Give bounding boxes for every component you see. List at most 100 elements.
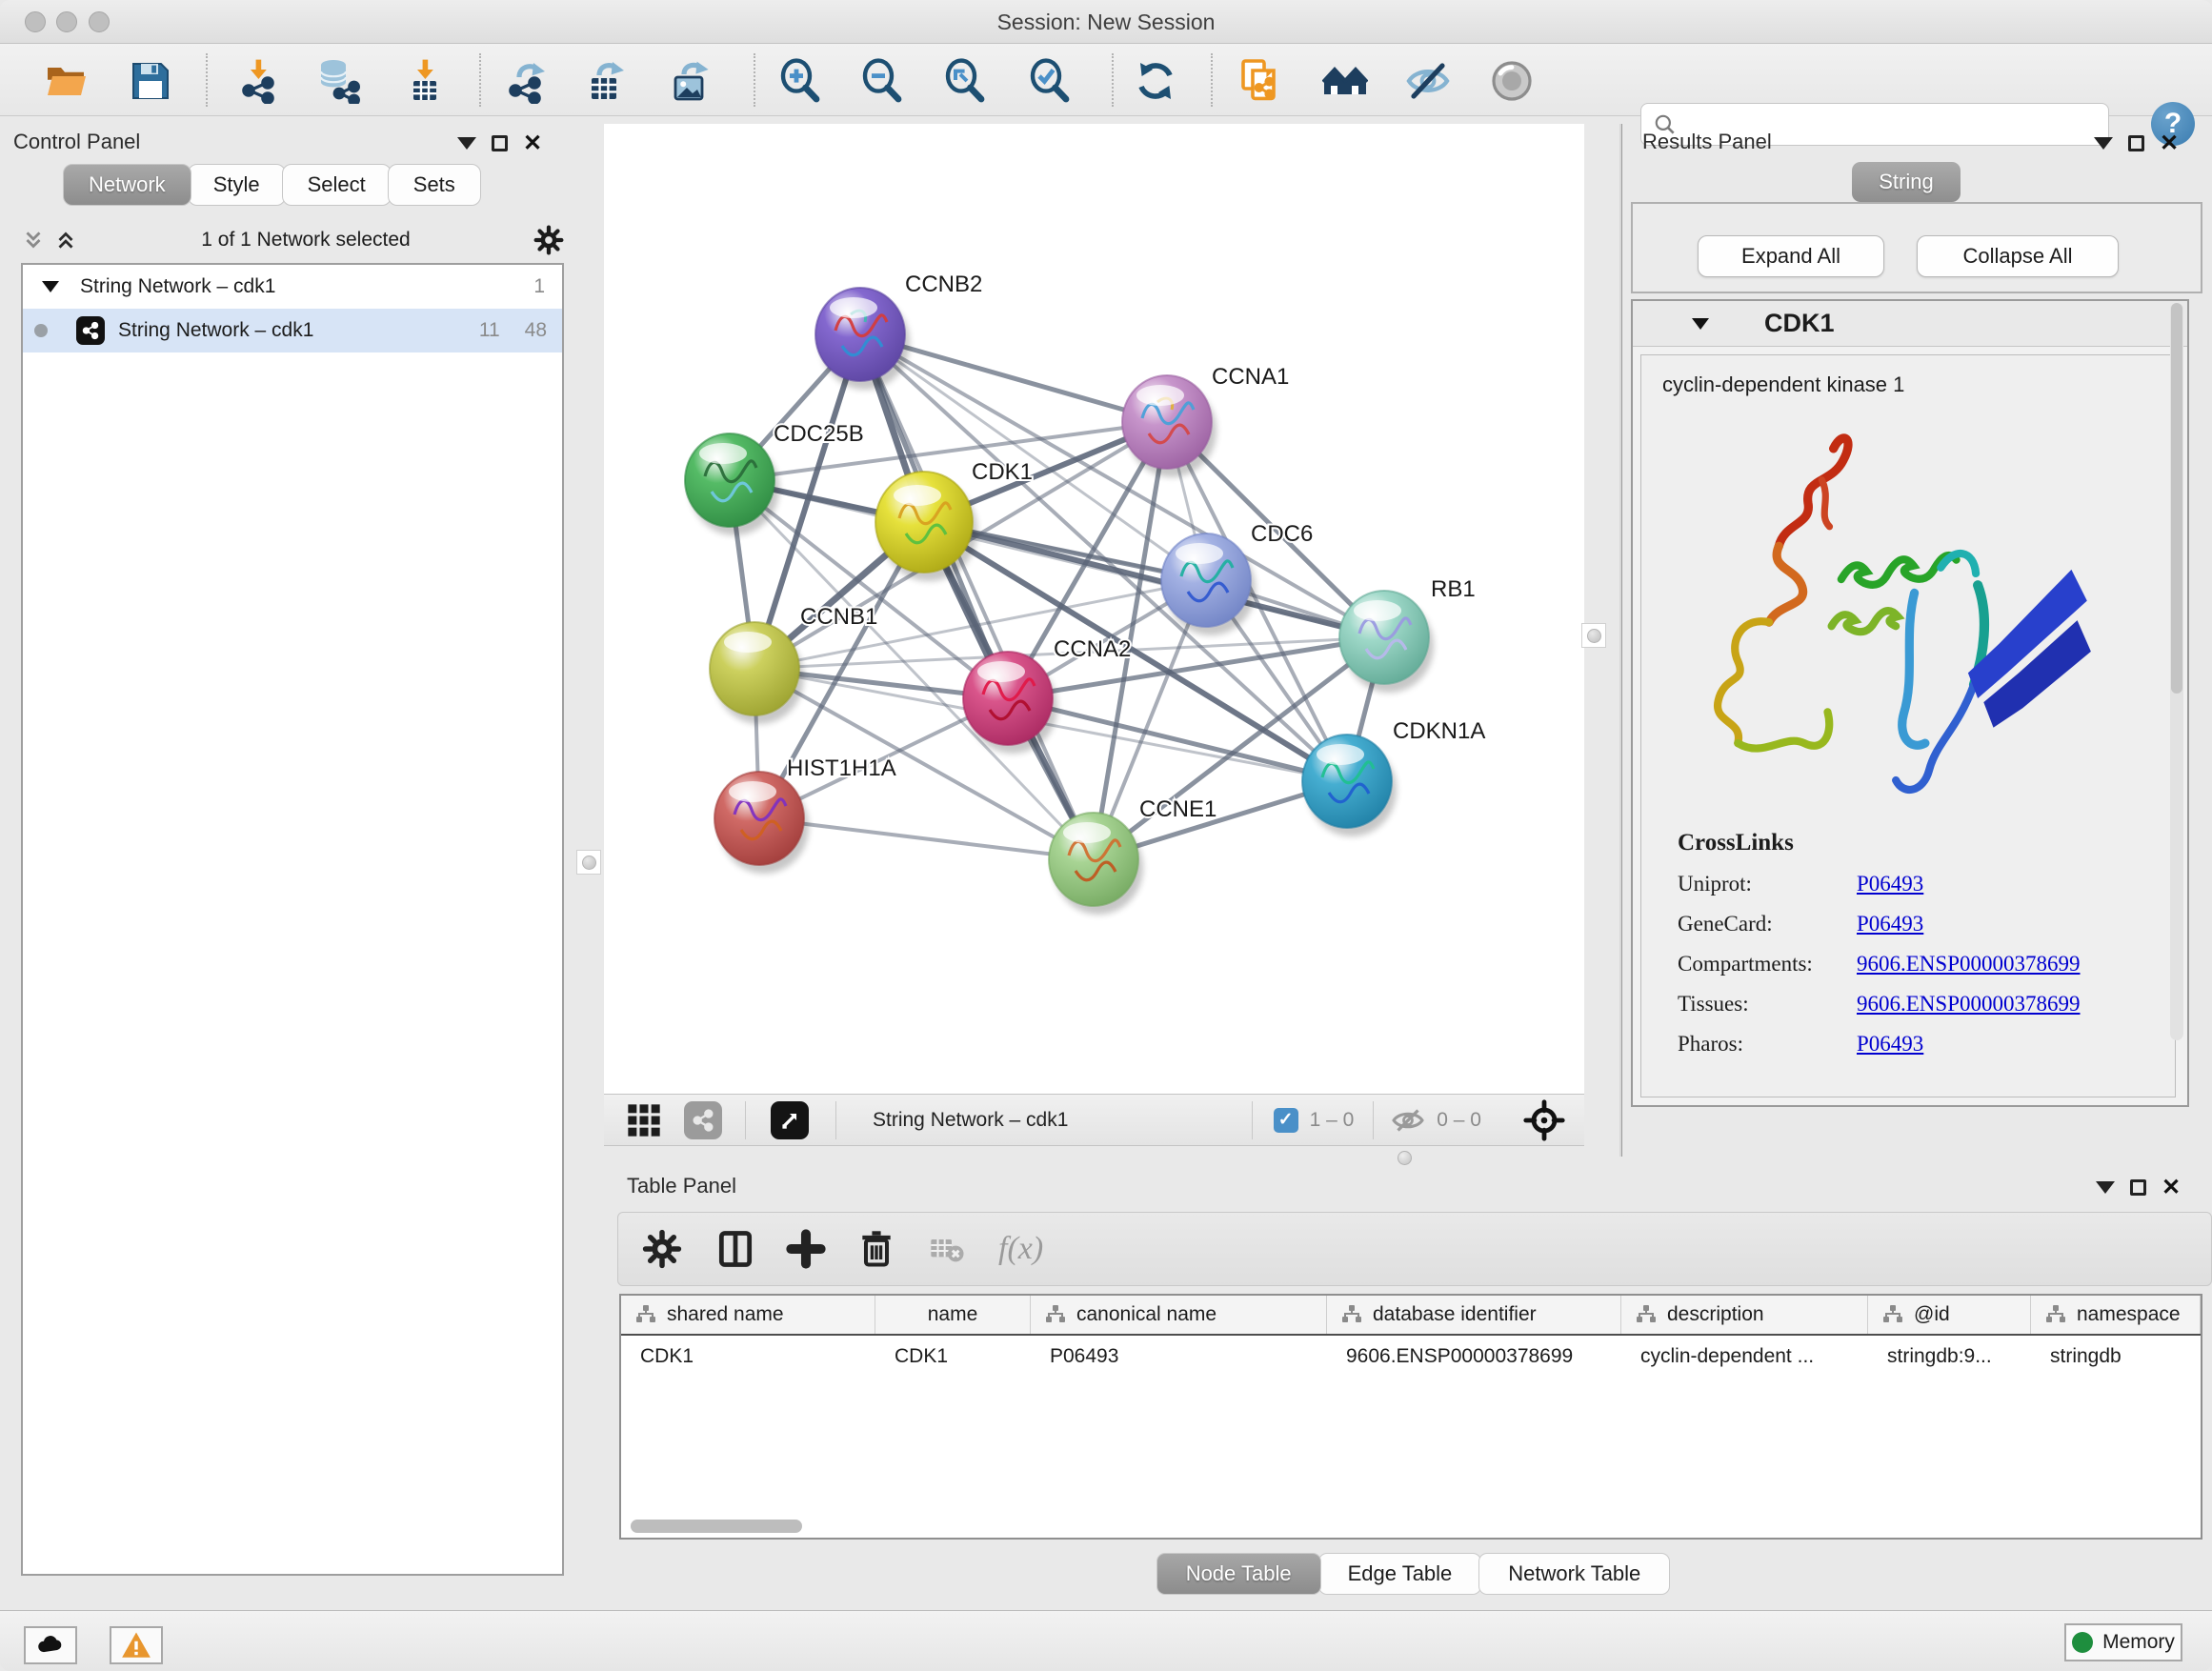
- crosslink-link[interactable]: 9606.ENSP00000378699: [1857, 952, 2081, 976]
- open-session-icon: [44, 58, 90, 104]
- node-label-CCNB2: CCNB2: [905, 272, 982, 297]
- selected-nodes-checkbox[interactable]: ✓: [1274, 1108, 1298, 1133]
- gene-details-box: CDK1 cyclin-dependent kinase 1: [1631, 299, 2189, 1107]
- toolbar-separator: [1112, 53, 1114, 107]
- column-header-database-identifier[interactable]: database identifier: [1327, 1296, 1621, 1334]
- table-cell[interactable]: cyclin-dependent ...: [1621, 1336, 1868, 1378]
- fit-selection-crosshair-icon[interactable]: [1523, 1099, 1565, 1141]
- import-network-database-button[interactable]: [312, 55, 363, 107]
- expand-all-button[interactable]: Expand All: [1698, 235, 1884, 277]
- memory-button[interactable]: Memory: [2064, 1623, 2182, 1661]
- column-header-description[interactable]: description: [1621, 1296, 1868, 1334]
- birds-eye-view-icon[interactable]: [771, 1101, 809, 1139]
- results-scrollbar[interactable]: [2170, 303, 2183, 1040]
- panel-close-icon[interactable]: ✕: [2160, 135, 2179, 151]
- edge-HIST1H1A-CCNE1[interactable]: [759, 818, 1094, 859]
- zoom-fit-button[interactable]: [939, 55, 991, 107]
- table-cell[interactable]: stringdb: [2031, 1336, 2201, 1378]
- export-image-button[interactable]: [664, 55, 715, 107]
- left-splitter-handle[interactable]: [576, 850, 601, 875]
- zoom-out-button[interactable]: [856, 55, 908, 107]
- panel-collapse-icon[interactable]: [2094, 137, 2113, 150]
- network-view-mode-icon[interactable]: [684, 1101, 722, 1139]
- add-column-icon[interactable]: [785, 1228, 827, 1270]
- selected-count-badge: 1 – 0: [1310, 1109, 1355, 1132]
- table-settings-gear-icon[interactable]: [641, 1228, 683, 1270]
- panel-float-icon[interactable]: [2130, 1179, 2146, 1196]
- tab-select[interactable]: Select: [282, 164, 392, 206]
- network-from-selection-button[interactable]: [1235, 55, 1286, 107]
- node-highlight: [1063, 822, 1111, 843]
- tab-style[interactable]: Style: [188, 164, 286, 206]
- export-network-button[interactable]: [499, 55, 551, 107]
- save-session-button[interactable]: [125, 55, 176, 107]
- table-cell[interactable]: 9606.ENSP00000378699: [1327, 1336, 1621, 1378]
- table-cell[interactable]: CDK1: [875, 1336, 1031, 1378]
- cloud-status-button[interactable]: [24, 1626, 77, 1664]
- collapse-all-icon[interactable]: [21, 228, 46, 252]
- network-graph[interactable]: CCNB2CCNA1CDC25BCDK1CDC6RB1CCNB1CCNA2CDK…: [604, 124, 1584, 1094]
- panel-float-icon[interactable]: [2128, 135, 2144, 151]
- hide-details-button[interactable]: [1402, 55, 1454, 107]
- table-cell[interactable]: CDK1: [621, 1336, 875, 1378]
- table-row[interactable]: CDK1CDK1P064939606.ENSP00000378699cyclin…: [621, 1336, 2201, 1378]
- tab-string[interactable]: String: [1852, 162, 1961, 202]
- node-label-CCNE1: CCNE1: [1139, 796, 1217, 822]
- panel-close-icon[interactable]: ✕: [2162, 1179, 2181, 1196]
- grid-mode-icon[interactable]: [625, 1101, 663, 1139]
- crosslink-link[interactable]: P06493: [1857, 912, 1923, 936]
- crosslink-link[interactable]: 9606.ENSP00000378699: [1857, 992, 2081, 1017]
- network-row[interactable]: String Network – cdk1 11 48: [23, 309, 562, 352]
- right-splitter-handle[interactable]: [1581, 623, 1606, 648]
- tab-edge-table[interactable]: Edge Table: [1318, 1553, 1482, 1595]
- gene-header-row[interactable]: CDK1: [1633, 301, 2187, 347]
- show-details-button[interactable]: [1486, 55, 1538, 107]
- warning-status-button[interactable]: [110, 1626, 163, 1664]
- crosslink-label: GeneCard:: [1678, 912, 1857, 936]
- tab-network[interactable]: Network: [63, 164, 191, 206]
- horizontal-splitter-handle[interactable]: [1398, 1151, 1412, 1165]
- gene-collapse-icon[interactable]: [1692, 318, 1709, 330]
- zoom-selected-button[interactable]: [1024, 55, 1076, 107]
- crosslink-row: Uniprot:P06493: [1678, 872, 2154, 896]
- column-header-shared-name[interactable]: shared name: [621, 1296, 875, 1334]
- import-table-button[interactable]: [399, 55, 451, 107]
- table-horizontal-scrollbar[interactable]: [625, 1520, 2197, 1534]
- tab-node-table[interactable]: Node Table: [1156, 1553, 1321, 1595]
- home-view-icon: [1322, 58, 1368, 104]
- panel-collapse-icon[interactable]: [2096, 1181, 2115, 1194]
- network-canvas[interactable]: CCNB2CCNA1CDC25BCDK1CDC6RB1CCNB1CCNA2CDK…: [604, 124, 1584, 1094]
- home-view-button[interactable]: [1319, 55, 1371, 107]
- crosslink-link[interactable]: P06493: [1857, 1032, 1923, 1057]
- column-header-name[interactable]: name: [875, 1296, 1031, 1334]
- panel-close-icon[interactable]: ✕: [523, 135, 542, 151]
- panel-float-icon[interactable]: [492, 135, 508, 151]
- results-panel-divider[interactable]: [1619, 124, 1622, 1157]
- network-collection-row[interactable]: String Network – cdk1 1: [23, 265, 562, 309]
- network-type-icon: [76, 316, 105, 345]
- tab-sets[interactable]: Sets: [388, 164, 481, 206]
- gear-icon[interactable]: [533, 225, 564, 255]
- delete-column-trash-icon[interactable]: [855, 1228, 897, 1270]
- show-columns-icon[interactable]: [714, 1228, 756, 1270]
- import-network-file-button[interactable]: [232, 55, 284, 107]
- tree-expand-icon[interactable]: [42, 281, 59, 292]
- open-session-button[interactable]: [41, 55, 92, 107]
- crosslink-link[interactable]: P06493: [1857, 872, 1923, 896]
- table-cell[interactable]: P06493: [1031, 1336, 1327, 1378]
- layout-refresh-button[interactable]: [1130, 55, 1181, 107]
- expand-all-icon[interactable]: [53, 228, 78, 252]
- node-label-CCNA2: CCNA2: [1054, 636, 1131, 662]
- tab-network-table[interactable]: Network Table: [1478, 1553, 1670, 1595]
- zoom-in-button[interactable]: [774, 55, 826, 107]
- column-header-canonical-name[interactable]: canonical name: [1031, 1296, 1327, 1334]
- node-label-CDC6: CDC6: [1251, 521, 1313, 547]
- table-cell[interactable]: stringdb:9...: [1868, 1336, 2031, 1378]
- column-header-id[interactable]: @id: [1868, 1296, 2031, 1334]
- hidden-elements-icon[interactable]: [1391, 1103, 1425, 1137]
- column-header-namespace[interactable]: namespace: [2031, 1296, 2201, 1334]
- export-table-button[interactable]: [579, 55, 631, 107]
- collapse-all-button[interactable]: Collapse All: [1917, 235, 2119, 277]
- crosslink-row: Tissues:9606.ENSP00000378699: [1678, 992, 2154, 1017]
- panel-collapse-icon[interactable]: [457, 137, 476, 150]
